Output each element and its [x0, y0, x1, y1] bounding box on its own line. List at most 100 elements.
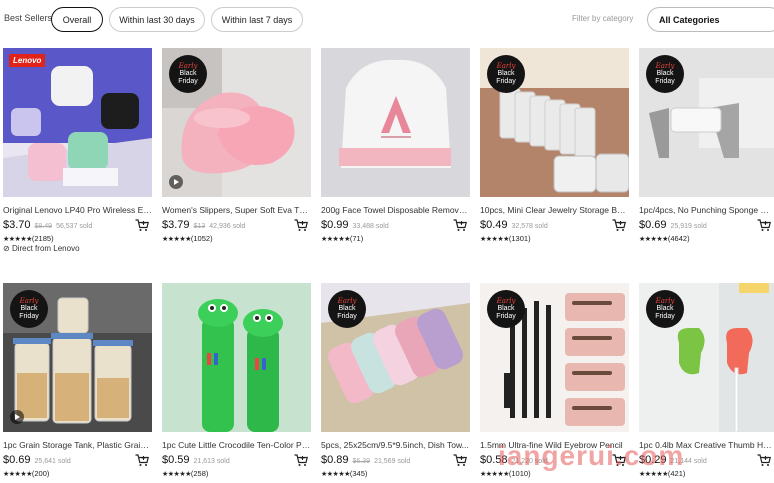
product-image[interactable]: Early Black Friday — [480, 48, 629, 197]
category-select-value: All Categories — [659, 14, 720, 25]
add-to-cart-icon[interactable] — [294, 454, 308, 467]
product-price: $0.99 — [321, 219, 349, 231]
product-image[interactable] — [321, 48, 470, 197]
original-price: $13 — [193, 223, 206, 230]
best-sellers-label: Best Sellers — [4, 13, 53, 23]
early-black-friday-badge: Early Black Friday — [169, 55, 207, 93]
product-image[interactable] — [162, 283, 311, 432]
review-count: (4642) — [667, 234, 690, 243]
add-to-cart-icon[interactable] — [757, 454, 771, 467]
product-rating: ★★★★★(345) — [321, 469, 367, 478]
tab-overall[interactable]: Overall — [51, 7, 103, 32]
price-row: $0.29 21,144 sold — [639, 454, 774, 468]
early-black-friday-badge: Early Black Friday — [328, 290, 366, 328]
product-price: $0.59 — [162, 454, 190, 466]
star-rating-icon: ★★★★★ — [480, 471, 509, 478]
sold-count: 33,488 sold — [352, 223, 389, 230]
star-rating-icon: ★★★★★ — [3, 471, 32, 478]
add-to-cart-icon[interactable] — [612, 219, 626, 232]
product-title[interactable]: Women's Slippers, Super Soft Eva Thi... — [162, 205, 311, 215]
add-to-cart-icon[interactable] — [135, 219, 149, 232]
product-image[interactable]: Early Black Friday — [321, 283, 470, 432]
sold-count: 42,936 sold — [209, 223, 246, 230]
review-count: (421) — [667, 469, 686, 478]
product-image[interactable]: Early Black Friday — [162, 48, 311, 197]
sold-count: 21,220 sold — [511, 458, 548, 465]
star-rating-icon: ★★★★★ — [321, 471, 350, 478]
product-rating: ★★★★★(200) — [3, 469, 49, 478]
add-to-cart-icon[interactable] — [757, 219, 771, 232]
review-count: (71) — [349, 234, 364, 243]
lenovo-logo: Lenovo — [9, 54, 46, 67]
price-row: $0.59 21,613 sold — [162, 454, 311, 468]
star-rating-icon: ★★★★★ — [3, 236, 32, 243]
product-title[interactable]: 1.5mm Ultra-fine Wild Eyebrow Pencil — [480, 440, 629, 450]
star-rating-icon: ★★★★★ — [639, 471, 668, 478]
product-rating: ★★★★★(258) — [162, 469, 208, 478]
review-count: (345) — [349, 469, 368, 478]
early-black-friday-badge: Early Black Friday — [646, 55, 684, 93]
sold-count: 32,578 sold — [511, 223, 548, 230]
original-price: $8.49 — [34, 223, 53, 230]
product-price: $0.29 — [639, 454, 667, 466]
sold-count: 21,144 sold — [670, 458, 707, 465]
product-price: $0.58 — [480, 454, 508, 466]
sold-count: 25,919 sold — [670, 223, 707, 230]
play-video-icon[interactable] — [169, 175, 183, 189]
add-to-cart-icon[interactable] — [453, 219, 467, 232]
star-rating-icon: ★★★★★ — [162, 471, 191, 478]
product-price: $0.49 — [480, 219, 508, 231]
price-row: $0.58 21,220 sold — [480, 454, 629, 468]
sold-count: 25,641 sold — [34, 458, 71, 465]
product-title[interactable]: 200g Face Towel Disposable Remova... — [321, 205, 470, 215]
sold-count: 21,569 sold — [374, 458, 411, 465]
early-black-friday-badge: Early Black Friday — [646, 290, 684, 328]
add-to-cart-icon[interactable] — [135, 454, 149, 467]
add-to-cart-icon[interactable] — [294, 219, 308, 232]
product-title[interactable]: 1pc 0.4lb Max Creative Thumb Hook — [639, 440, 773, 450]
sold-count: 21,613 sold — [193, 458, 230, 465]
direct-from-label: Direct from Lenovo — [11, 244, 80, 253]
filter-by-category-label: Filter by category — [572, 14, 634, 23]
review-count: (1052) — [190, 234, 213, 243]
review-count: (2185) — [31, 234, 54, 243]
product-image[interactable]: Early Black Friday — [3, 283, 152, 432]
product-rating: ★★★★★(71) — [321, 234, 363, 243]
product-image[interactable]: Early Black Friday — [639, 48, 774, 197]
product-rating: ★★★★★(1052) — [162, 234, 213, 243]
product-rating: ★★★★★(1010) — [480, 469, 531, 478]
product-image[interactable]: Early Black Friday — [480, 283, 629, 432]
direct-from-brand[interactable]: ⊘ Direct from Lenovo — [3, 244, 80, 253]
product-rating: ★★★★★(4642) — [639, 234, 690, 243]
product-title[interactable]: 1pc Cute Little Crocodile Ten-Color Pen — [162, 440, 311, 450]
category-select[interactable]: All Categories — [647, 7, 774, 32]
product-price: $3.70 — [3, 219, 31, 231]
product-title[interactable]: 5pcs, 25x25cm/9.5*9.5inch, Dish Tow... — [321, 440, 470, 450]
product-title[interactable]: 1pc/4pcs, No Punching Sponge Holder — [639, 205, 773, 215]
add-to-cart-icon[interactable] — [453, 454, 467, 467]
product-title[interactable]: Original Lenovo LP40 Pro Wireless Ea... — [3, 205, 152, 215]
price-row: $0.49 32,578 sold — [480, 219, 629, 233]
product-rating: ★★★★★(1301) — [480, 234, 531, 243]
early-black-friday-badge: Early Black Friday — [487, 55, 525, 93]
star-rating-icon: ★★★★★ — [639, 236, 668, 243]
review-count: (258) — [190, 469, 209, 478]
product-image[interactable]: Early Black Friday — [639, 283, 774, 432]
star-rating-icon: ★★★★★ — [162, 236, 191, 243]
tab-last-7-days[interactable]: Within last 7 days — [211, 7, 303, 32]
product-title[interactable]: 1pc Grain Storage Tank, Plastic Grain ..… — [3, 440, 152, 450]
review-count: (200) — [31, 469, 50, 478]
product-rating: ★★★★★(421) — [639, 469, 685, 478]
product-image[interactable]: Lenovo — [3, 48, 152, 197]
add-to-cart-icon[interactable] — [612, 454, 626, 467]
product-title[interactable]: 10pcs, Mini Clear Jewelry Storage Box... — [480, 205, 629, 215]
review-count: (1301) — [508, 234, 531, 243]
early-black-friday-badge: Early Black Friday — [487, 290, 525, 328]
original-price: $6.39 — [352, 458, 371, 465]
product-price: $0.89 — [321, 454, 349, 466]
star-rating-icon: ★★★★★ — [480, 236, 509, 243]
play-video-icon[interactable] — [10, 410, 24, 424]
product-price: $0.69 — [3, 454, 31, 466]
product-price: $3.79 — [162, 219, 190, 231]
tab-last-30-days[interactable]: Within last 30 days — [109, 7, 205, 32]
